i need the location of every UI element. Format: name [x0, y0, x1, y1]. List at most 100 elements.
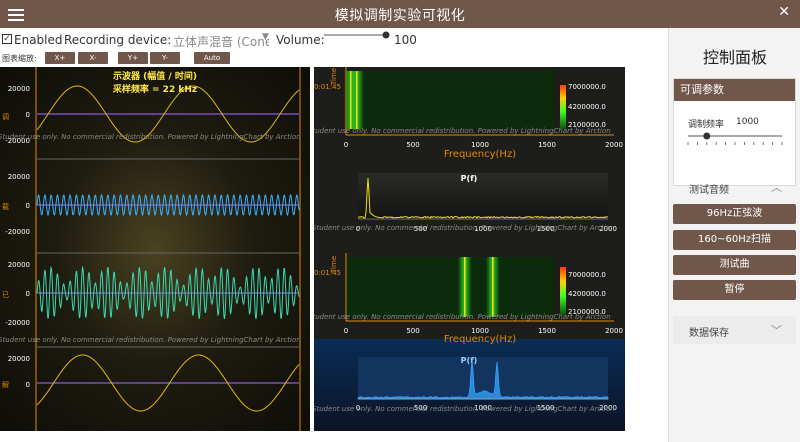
tick-label: 2000 — [605, 327, 623, 335]
watermark: Student use only. No commercial redistri… — [314, 224, 615, 232]
legend-value: 7000000.0 — [568, 271, 606, 279]
spectrum-chart[interactable]: 7000000.0 4200000.0 2100000.0 7000000.0 … — [314, 67, 625, 431]
legend-value: 4200000.0 — [568, 290, 606, 298]
zoom-x-plus-button[interactable]: X+ — [45, 52, 75, 64]
tick-label: 1500 — [538, 327, 556, 335]
spectrogram-cell — [491, 257, 493, 317]
tick-label: 0 — [344, 327, 348, 335]
tick-label: 20000 — [8, 261, 30, 269]
spectrogram-cell — [358, 71, 360, 129]
chevron-down-icon[interactable]: ﹀ — [771, 322, 782, 338]
mod-freq-slider[interactable] — [684, 131, 788, 149]
enabled-label: Enabled — [14, 33, 63, 47]
zoom-label: 图表缩放: — [2, 53, 37, 64]
mod-freq-label: 调制频率 — [688, 117, 724, 130]
volume-value: 100 — [394, 33, 417, 47]
spectrogram-cell — [492, 257, 494, 317]
sweep-button[interactable]: 160~60Hz扫描 — [673, 230, 796, 250]
watermark: Student use only. No commercial redistri… — [314, 405, 615, 413]
mod-freq-slider-thumb[interactable] — [703, 133, 710, 140]
spectrogram-cell — [486, 257, 488, 317]
volume-slider[interactable] — [322, 28, 392, 44]
title-bar: 模拟调制实验可视化 ✕ — [0, 0, 800, 28]
tick-label: 1000 — [471, 141, 489, 149]
chevron-up-icon[interactable]: ︿ — [771, 179, 782, 195]
data-save-header[interactable]: 数据保存 ﹀ — [673, 316, 796, 344]
recording-device-select[interactable]: 立体声混音 (Conexa — [173, 33, 269, 50]
sine-96hz-button[interactable]: 96Hz正弦波 — [673, 204, 796, 224]
spectrogram-cell — [494, 257, 496, 317]
spectrogram-cell — [344, 71, 346, 129]
spectrogram-cell — [461, 257, 463, 317]
spectrogram-cell — [470, 257, 472, 317]
spectrogram-cell — [466, 257, 468, 317]
enabled-checkbox[interactable]: ✓ — [2, 34, 12, 44]
zoom-bar: 图表缩放: X+ X- Y+ Y- Auto — [0, 50, 668, 66]
spectrogram-cell — [361, 71, 363, 129]
spectrogram-cell — [495, 257, 497, 317]
mod-freq-slider-ticks — [688, 142, 782, 145]
axis-label: 载 — [2, 202, 9, 211]
tick-label: 20000 — [8, 355, 30, 363]
spectrogram-cell — [488, 257, 490, 317]
spectrogram-cell — [359, 71, 361, 129]
tick-label: -20000 — [5, 228, 30, 236]
spectrum-top — [358, 173, 608, 219]
time-axis-labels: 0:01:45 0:01:45 Time Time — [314, 68, 341, 277]
spectrogram-cell — [489, 257, 491, 317]
spectrogram-cell — [497, 257, 499, 317]
chevron-down-icon[interactable]: ▼ — [262, 32, 269, 42]
mod-freq-value: 1000 — [736, 117, 759, 127]
watermark: Student use only. No commercial redistri… — [314, 313, 611, 321]
frequency-axis-title: Frequency(Hz) — [444, 334, 516, 345]
watermark: Student use only. No commercial redistri… — [0, 336, 301, 344]
spectrogram-cell — [458, 257, 460, 317]
zoom-x-minus-button[interactable]: X- — [78, 52, 108, 64]
axis-label: 调 — [2, 112, 9, 121]
pf-label: P(f) — [461, 174, 478, 183]
frequency-axis-title: Frequency(Hz) — [444, 149, 516, 160]
pf-label: P(f) — [461, 356, 478, 365]
tick-label: 500 — [406, 141, 419, 149]
spectrogram-cell — [355, 71, 357, 129]
watermark: Student use only. No commercial redistri… — [314, 127, 611, 135]
params-header: 可调参数 — [674, 79, 795, 101]
tick-label: 0 — [26, 111, 30, 119]
zoom-y-plus-button[interactable]: Y+ — [118, 52, 148, 64]
test-audio-header[interactable]: 测试音频 ︿ — [673, 175, 796, 199]
spectrum-bottom — [314, 339, 625, 431]
spectrogram-cell — [350, 71, 352, 129]
tick-label: 1500 — [538, 141, 556, 149]
zoom-y-minus-button[interactable]: Y- — [150, 52, 180, 64]
spectrogram-cell — [467, 257, 469, 317]
spectrogram-cell — [362, 71, 364, 129]
tick-label: 2000 — [605, 141, 623, 149]
time-axis-title: Time — [330, 256, 338, 274]
tick-label: 500 — [406, 327, 419, 335]
scope-sample-rate: 采样频率 = 22 kHz — [112, 83, 197, 95]
spectrogram-cell — [464, 257, 466, 317]
watermark: Student use only. No commercial redistri… — [0, 133, 301, 141]
tick-label: 1000 — [471, 327, 489, 335]
tick-label: 0 — [26, 202, 30, 210]
spectrogram-cell — [469, 257, 471, 317]
scope-axis-labels: 调 载 已 解 — [2, 112, 9, 389]
spectrogram-cell — [353, 71, 355, 129]
volume-slider-thumb[interactable] — [383, 32, 390, 39]
volume-label: Volume: — [276, 33, 325, 47]
oscilloscope-chart[interactable]: 20000 0 -20000 20000 0 -20000 20000 0 -2… — [0, 67, 310, 431]
spectrogram-cell — [347, 71, 349, 129]
test-song-button[interactable]: 测试曲 — [673, 255, 796, 275]
close-icon[interactable]: ✕ — [778, 4, 790, 20]
tick-label: 0 — [344, 141, 348, 149]
tick-label: 0 — [26, 290, 30, 298]
axis-label: 解 — [2, 380, 9, 389]
axis-label: 已 — [2, 291, 9, 299]
pause-button[interactable]: 暂停 — [673, 280, 796, 300]
scope-grid — [36, 67, 300, 431]
spectrogram-cell — [352, 71, 354, 129]
recording-device-label: Recording device: — [64, 33, 171, 47]
tick-label: 20000 — [8, 85, 30, 93]
zoom-auto-button[interactable]: Auto — [194, 52, 230, 64]
tick-label: -20000 — [5, 319, 30, 327]
